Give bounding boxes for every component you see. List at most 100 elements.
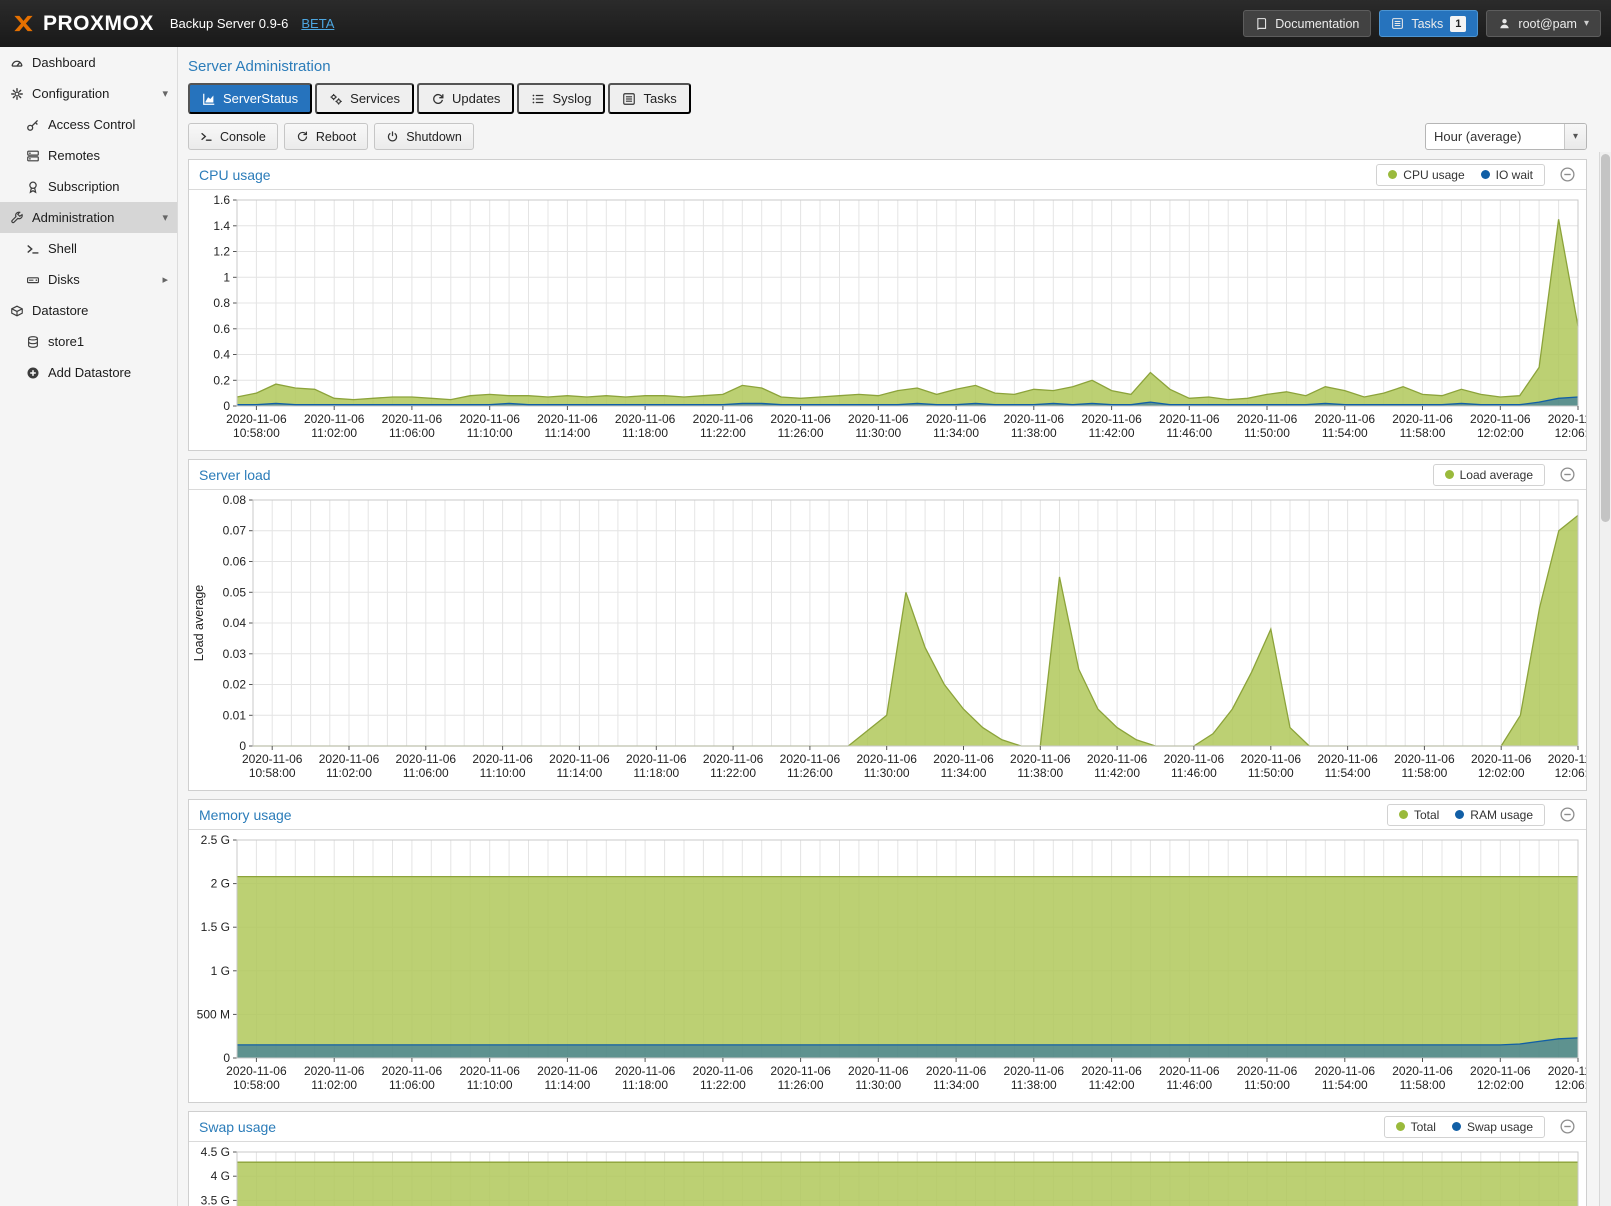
- minus-circle-icon: [1559, 466, 1576, 483]
- shutdown-button[interactable]: Shutdown: [374, 123, 474, 150]
- svg-text:2020-11-0611:30:00: 2020-11-0611:30:00: [848, 412, 909, 440]
- tab-services[interactable]: Services: [315, 83, 414, 114]
- svg-text:2020-11-0611:58:00: 2020-11-0611:58:00: [1394, 752, 1455, 780]
- svg-text:Load average: Load average: [192, 585, 206, 662]
- user-menu-button[interactable]: root@pam ▾: [1486, 10, 1601, 37]
- tab-syslog[interactable]: Syslog: [517, 83, 605, 114]
- sidebar-item-administration[interactable]: Administration▾: [0, 202, 177, 233]
- sidebar-item-label: Subscription: [48, 179, 120, 194]
- main-content: Server Administration ServerStatusServic…: [178, 47, 1611, 1206]
- wrench-icon: [10, 211, 24, 225]
- sidebar-item-dashboard[interactable]: Dashboard: [0, 47, 177, 78]
- server-load-panel: Server loadLoad average00.010.020.030.04…: [188, 459, 1587, 791]
- sidebar-item-remotes[interactable]: Remotes: [0, 140, 177, 171]
- minus-circle-icon: [1559, 1118, 1576, 1135]
- legend-dot: [1399, 810, 1408, 819]
- timeframe-select[interactable]: Hour (average) ▾: [1425, 123, 1587, 150]
- brand-name: PROXMOX: [43, 12, 154, 36]
- tab-tasks[interactable]: Tasks: [608, 83, 690, 114]
- legend-item-ram-usage[interactable]: RAM usage: [1455, 808, 1533, 822]
- vertical-scrollbar[interactable]: [1599, 152, 1611, 1206]
- svg-text:0.05: 0.05: [223, 585, 247, 599]
- reboot-button[interactable]: Reboot: [284, 123, 368, 150]
- tab-updates[interactable]: Updates: [417, 83, 514, 114]
- scrollbar-thumb[interactable]: [1601, 154, 1610, 522]
- sidebar-item-shell[interactable]: Shell: [0, 233, 177, 264]
- legend-item-swap-usage[interactable]: Swap usage: [1452, 1120, 1533, 1134]
- collapse-panel-button[interactable]: [1559, 806, 1576, 823]
- svg-text:2020-11-0611:18:00: 2020-11-0611:18:00: [615, 412, 676, 440]
- chevron-down-icon[interactable]: ▾: [162, 87, 168, 100]
- book-icon: [1255, 17, 1268, 30]
- documentation-button[interactable]: Documentation: [1243, 10, 1371, 37]
- svg-text:4.5 G: 4.5 G: [201, 1145, 230, 1159]
- svg-text:2020-11-0611:10:00: 2020-11-0611:10:00: [459, 412, 520, 440]
- beta-link[interactable]: BETA: [301, 16, 334, 31]
- legend-dot: [1445, 470, 1454, 479]
- svg-text:2 G: 2 G: [211, 877, 230, 891]
- svg-text:2020-11-0611:18:00: 2020-11-0611:18:00: [615, 1064, 676, 1092]
- svg-text:2020-11-0611:26:00: 2020-11-0611:26:00: [770, 412, 831, 440]
- svg-text:2020-11-0611:10:00: 2020-11-0611:10:00: [459, 1064, 520, 1092]
- collapse-panel-button[interactable]: [1559, 166, 1576, 183]
- console-button[interactable]: Console: [188, 123, 278, 150]
- chevron-right-icon[interactable]: ▸: [162, 273, 168, 286]
- legend-dot: [1481, 170, 1490, 179]
- panel-title: Swap usage: [199, 1119, 276, 1135]
- sidebar-item-label: Dashboard: [32, 55, 96, 70]
- legend-item-total[interactable]: Total: [1396, 1120, 1436, 1134]
- sidebar-item-subscription[interactable]: Subscription: [0, 171, 177, 202]
- chart-icon: [202, 92, 216, 106]
- legend-dot: [1452, 1122, 1461, 1131]
- disk-icon: [26, 273, 40, 287]
- tab-serverstatus[interactable]: ServerStatus: [188, 83, 312, 114]
- tasks-button[interactable]: Tasks 1: [1379, 10, 1478, 37]
- minus-circle-icon: [1559, 166, 1576, 183]
- sidebar-item-store1[interactable]: store1: [0, 326, 177, 357]
- panel-header: Swap usage Total Swap usage: [189, 1112, 1586, 1142]
- svg-text:1.5 G: 1.5 G: [201, 920, 230, 934]
- certificate-icon: [26, 180, 40, 194]
- sidebar-item-access-control[interactable]: Access Control: [0, 109, 177, 140]
- svg-text:1: 1: [223, 270, 230, 284]
- memory-usage-panel: Memory usageTotalRAM usage0500 M1 G1.5 G…: [188, 799, 1587, 1103]
- svg-text:2020-11-0611:38:00: 2020-11-0611:38:00: [1010, 752, 1071, 780]
- legend-item-load-average[interactable]: Load average: [1445, 468, 1533, 482]
- sidebar-item-configuration[interactable]: Configuration▾: [0, 78, 177, 109]
- chevron-down-icon[interactable]: ▾: [1564, 124, 1586, 149]
- svg-text:0: 0: [239, 739, 246, 753]
- svg-text:0.2: 0.2: [213, 373, 230, 387]
- sidebar-item-label: Disks: [48, 272, 80, 287]
- sidebar-item-label: Add Datastore: [48, 365, 131, 380]
- svg-text:0.4: 0.4: [213, 348, 230, 362]
- svg-text:0.02: 0.02: [223, 678, 247, 692]
- panel-title: CPU usage: [199, 167, 271, 183]
- gear-icon: [10, 87, 24, 101]
- collapse-panel-button[interactable]: [1559, 466, 1576, 483]
- collapse-panel-button[interactable]: [1559, 1118, 1576, 1135]
- chevron-down-icon[interactable]: ▾: [162, 211, 168, 224]
- legend-item-io-wait[interactable]: IO wait: [1481, 168, 1533, 182]
- panel-header: Server load Load average: [189, 460, 1586, 490]
- tasks-icon: [1391, 17, 1404, 30]
- sidebar-item-disks[interactable]: Disks ▸: [0, 264, 177, 295]
- legend-item-cpu-usage[interactable]: CPU usage: [1388, 168, 1464, 182]
- svg-text:2020-11-0610:58:00: 2020-11-0610:58:00: [226, 412, 287, 440]
- svg-text:3.5 G: 3.5 G: [201, 1193, 230, 1206]
- svg-text:2020-11-0611:30:00: 2020-11-0611:30:00: [848, 1064, 909, 1092]
- sidebar-item-add-datastore[interactable]: Add Datastore: [0, 357, 177, 388]
- svg-text:0.07: 0.07: [223, 524, 247, 538]
- svg-text:2020-11-0611:22:00: 2020-11-0611:22:00: [693, 412, 754, 440]
- svg-text:0: 0: [223, 399, 230, 413]
- gears-icon: [329, 92, 343, 106]
- sidebar-item-datastore[interactable]: Datastore: [0, 295, 177, 326]
- tab-bar: ServerStatusServicesUpdatesSyslogTasks: [178, 77, 1611, 114]
- legend-item-total[interactable]: Total: [1399, 808, 1439, 822]
- panel-header: Memory usageTotalRAM usage: [189, 800, 1586, 830]
- svg-text:2020-11-0612:02:00: 2020-11-0612:02:00: [1470, 412, 1531, 440]
- svg-text:2020-11-0611:38:00: 2020-11-0611:38:00: [1004, 412, 1065, 440]
- swap-usage-chart: 0500 M1 G1.5 G2 G2.5 G3 G3.5 G4 G4.5 G20…: [189, 1142, 1586, 1206]
- svg-text:2020-11-0611:02:00: 2020-11-0611:02:00: [319, 752, 380, 780]
- minus-circle-icon: [1559, 806, 1576, 823]
- panel-title: Server load: [199, 467, 271, 483]
